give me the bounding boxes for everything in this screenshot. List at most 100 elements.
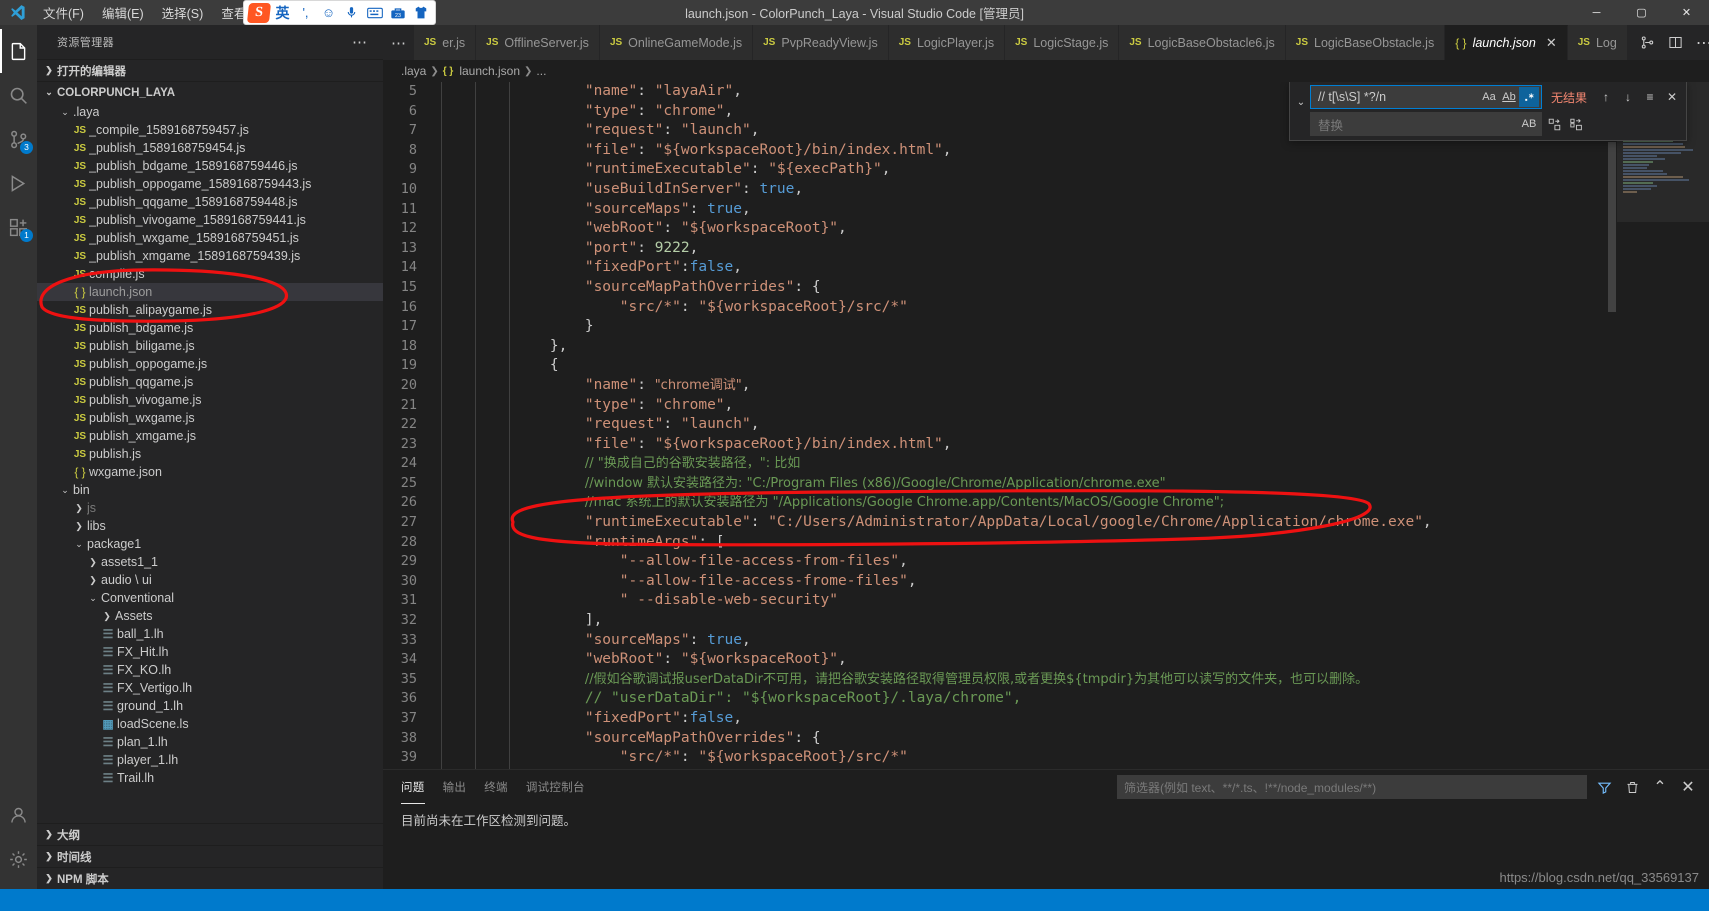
split-editor-icon[interactable]	[1664, 31, 1688, 55]
breadcrumb-folder[interactable]: .laya	[401, 64, 426, 78]
code-line-text[interactable]: "name": "chrome调试",	[439, 375, 1617, 396]
file-tree[interactable]: ⌄ .laya JS _compile_1589168759457.js JS _publ…	[37, 103, 383, 823]
code-line[interactable]: 33 "sourceMaps": true,	[383, 630, 1617, 651]
section-timeline[interactable]: ❯ 时间线	[37, 845, 383, 867]
editor-tab-launch-json[interactable]: { } launch.json ✕	[1445, 25, 1568, 60]
window-controls[interactable]: ─ ▢ ✕	[1574, 0, 1709, 25]
activity-bar[interactable]: 3 1	[0, 25, 37, 889]
tree-file[interactable]: JS _publish_xmgame_1589168759439.js	[37, 247, 383, 265]
code-line-text[interactable]: "file": "${workspaceRoot}/bin/index.html…	[439, 434, 1617, 455]
find-row[interactable]: // t[\s\S] *?/n Aa Ab 无结果 ↑ ↓ ≡ ✕	[1309, 85, 1682, 109]
sidebar-more-icon[interactable]: ⋯	[352, 33, 374, 51]
editor-actions[interactable]: ⋯	[1628, 25, 1709, 60]
section-project-root[interactable]: ⌄ COLORPUNCH_LAYA	[37, 81, 383, 103]
code-line[interactable]: 32 ],	[383, 611, 1617, 631]
code-line[interactable]: 40 }	[383, 767, 1617, 769]
filter-icon[interactable]	[1593, 776, 1615, 798]
tree-file[interactable]: ☰ FX_KO.lh	[37, 661, 383, 679]
code-line-text[interactable]: }	[439, 317, 1617, 337]
tree-file[interactable]: JS _publish_vivogame_1589168759441.js	[37, 211, 383, 229]
tree-file[interactable]: { } launch.json	[37, 283, 383, 301]
previous-match-icon[interactable]: ↑	[1596, 87, 1616, 107]
code-line[interactable]: 38 "sourceMapPathOverrides": {	[383, 728, 1617, 749]
code-line[interactable]: 9 "runtimeExecutable": "${execPath}",	[383, 160, 1617, 180]
code-line[interactable]: 36 // "userDataDir": "${workspaceRoot}/.…	[383, 689, 1617, 709]
editor-scrollbar[interactable]	[1607, 82, 1617, 769]
tree-folder[interactable]: ⌄ package1	[37, 535, 383, 553]
code-line-text[interactable]: "port": 9222,	[439, 238, 1617, 259]
code-line-text[interactable]: "runtimeExecutable": "C:/Users/Administr…	[439, 513, 1617, 533]
ime-toolbar[interactable]: S 英 ', ☺ 23	[243, 0, 436, 25]
code-line[interactable]: 39 "src/*": "${workspaceRoot}/src/*"	[383, 748, 1617, 768]
panel-tab-output[interactable]: 输出	[443, 770, 467, 804]
close-button[interactable]: ✕	[1664, 0, 1709, 25]
panel-tab-problems[interactable]: 问题	[401, 770, 425, 804]
find-in-selection-icon[interactable]: ≡	[1640, 87, 1660, 107]
section-open-editors[interactable]: ❯ 打开的编辑器	[37, 59, 383, 81]
code-line[interactable]: 35 //假如谷歌调试报userDataDir不可用，请把谷歌安装路径取得管理员…	[383, 669, 1617, 690]
voice-input-icon[interactable]	[341, 2, 362, 23]
tree-file[interactable]: ▦ loadScene.ls	[37, 715, 383, 733]
code-line[interactable]: 11 "sourceMaps": true,	[383, 199, 1617, 220]
more-actions-icon[interactable]: ⋯	[1692, 31, 1709, 55]
activity-manage-gear[interactable]	[0, 837, 37, 881]
replace-icon[interactable]	[1545, 114, 1565, 134]
code-line[interactable]: 19 {	[383, 356, 1617, 376]
code-line[interactable]: 21 "type": "chrome",	[383, 395, 1617, 416]
breadcrumb-symbol[interactable]: ...	[536, 64, 546, 78]
toggle-replace-icon[interactable]: ⌄	[1292, 85, 1310, 136]
tree-folder[interactable]: ❯ audio \ ui	[37, 571, 383, 589]
activity-source-control[interactable]: 3	[0, 117, 37, 161]
editor-tab-logicbaseobstacle6-js[interactable]: JS LogicBaseObstacle6.js	[1119, 25, 1286, 60]
find-input[interactable]: // t[\s\S] *?/n Aa Ab	[1309, 85, 1542, 109]
code-line[interactable]: 31 " --disable-web-security"	[383, 591, 1617, 612]
code-line-text[interactable]: "runtimeArgs": [	[439, 532, 1617, 553]
editor-tab-logicbaseobstacle-js[interactable]: JS LogicBaseObstacle.js	[1285, 25, 1446, 60]
skin-icon[interactable]	[410, 2, 431, 23]
activity-search[interactable]	[0, 73, 37, 117]
code-line[interactable]: 13 "port": 9222,	[383, 238, 1617, 259]
code-line[interactable]: 37 "fixedPort":false,	[383, 709, 1617, 729]
input-mode-chinese-icon[interactable]: 英	[272, 2, 293, 23]
replace-actions[interactable]	[1545, 114, 1587, 134]
tree-file[interactable]: ☰ player_1.lh	[37, 751, 383, 769]
tree-file[interactable]: JS publish_xmgame.js	[37, 427, 383, 445]
code-line-text[interactable]: {	[439, 356, 1617, 376]
code-line-text[interactable]: }	[439, 767, 1617, 769]
tree-file[interactable]: JS _publish_wxgame_1589168759451.js	[37, 229, 383, 247]
tree-file[interactable]: JS _publish_1589168759454.js	[37, 139, 383, 157]
code-line-text[interactable]: "type": "chrome",	[439, 395, 1617, 416]
tree-file[interactable]: JS publish_qqgame.js	[37, 373, 383, 391]
menu-selection[interactable]: 选择(S)	[153, 0, 213, 25]
code-line-text[interactable]: "useBuildInServer": true,	[439, 179, 1617, 200]
tree-file[interactable]: JS compile.js	[37, 265, 383, 283]
code-line[interactable]: 18 },	[383, 336, 1617, 357]
code-line-text[interactable]: ],	[439, 611, 1617, 631]
code-line[interactable]: 29 "--allow-file-access-from-files",	[383, 552, 1617, 572]
tree-file[interactable]: JS publish.js	[37, 445, 383, 463]
sogou-logo-icon[interactable]: S	[246, 2, 272, 23]
tree-folder[interactable]: ⌄ .laya	[37, 103, 383, 121]
panel-tab-debug-console[interactable]: 调试控制台	[526, 770, 585, 804]
editor-tab-er-js[interactable]: JS er.js	[414, 25, 477, 60]
code-line[interactable]: 16 "src/*": "${workspaceRoot}/src/*"	[383, 297, 1617, 318]
tree-file[interactable]: JS publish_wxgame.js	[37, 409, 383, 427]
replace-row[interactable]: 替换 AB	[1309, 112, 1682, 136]
editor-tab-pvpreadyview-js[interactable]: JS PvpReadyView.js	[753, 25, 889, 60]
panel-tab-bar[interactable]: 问题 输出 终端 调试控制台 筛选器(例如 text、**/*.ts、!**/n…	[383, 770, 1709, 804]
tree-file[interactable]: JS _compile_1589168759457.js	[37, 121, 383, 139]
soft-keyboard-icon[interactable]	[364, 2, 385, 23]
tree-folder[interactable]: ❯ libs	[37, 517, 383, 535]
punctuation-icon[interactable]: ',	[295, 2, 316, 23]
editor-tab-logicstage-js[interactable]: JS LogicStage.js	[1005, 25, 1120, 60]
code-line[interactable]: 12 "webRoot": "${workspaceRoot}",	[383, 219, 1617, 239]
tree-folder[interactable]: ⌄ Conventional	[37, 589, 383, 607]
code-line[interactable]: 14 "fixedPort":false,	[383, 258, 1617, 278]
tree-file[interactable]: JS publish_alipaygame.js	[37, 301, 383, 319]
code-content[interactable]: 5 "name": "layaAir", 6 "type": "chrome", 7…	[383, 82, 1617, 769]
code-line-text[interactable]: "request": "launch",	[439, 415, 1617, 435]
code-line[interactable]: 25 //window 默认安装路径为: "C:/Program Files (…	[383, 473, 1617, 494]
match-case-toggle[interactable]: Aa	[1479, 87, 1499, 107]
status-bar[interactable]	[0, 889, 1709, 911]
scrollbar-thumb[interactable]	[1608, 142, 1616, 312]
